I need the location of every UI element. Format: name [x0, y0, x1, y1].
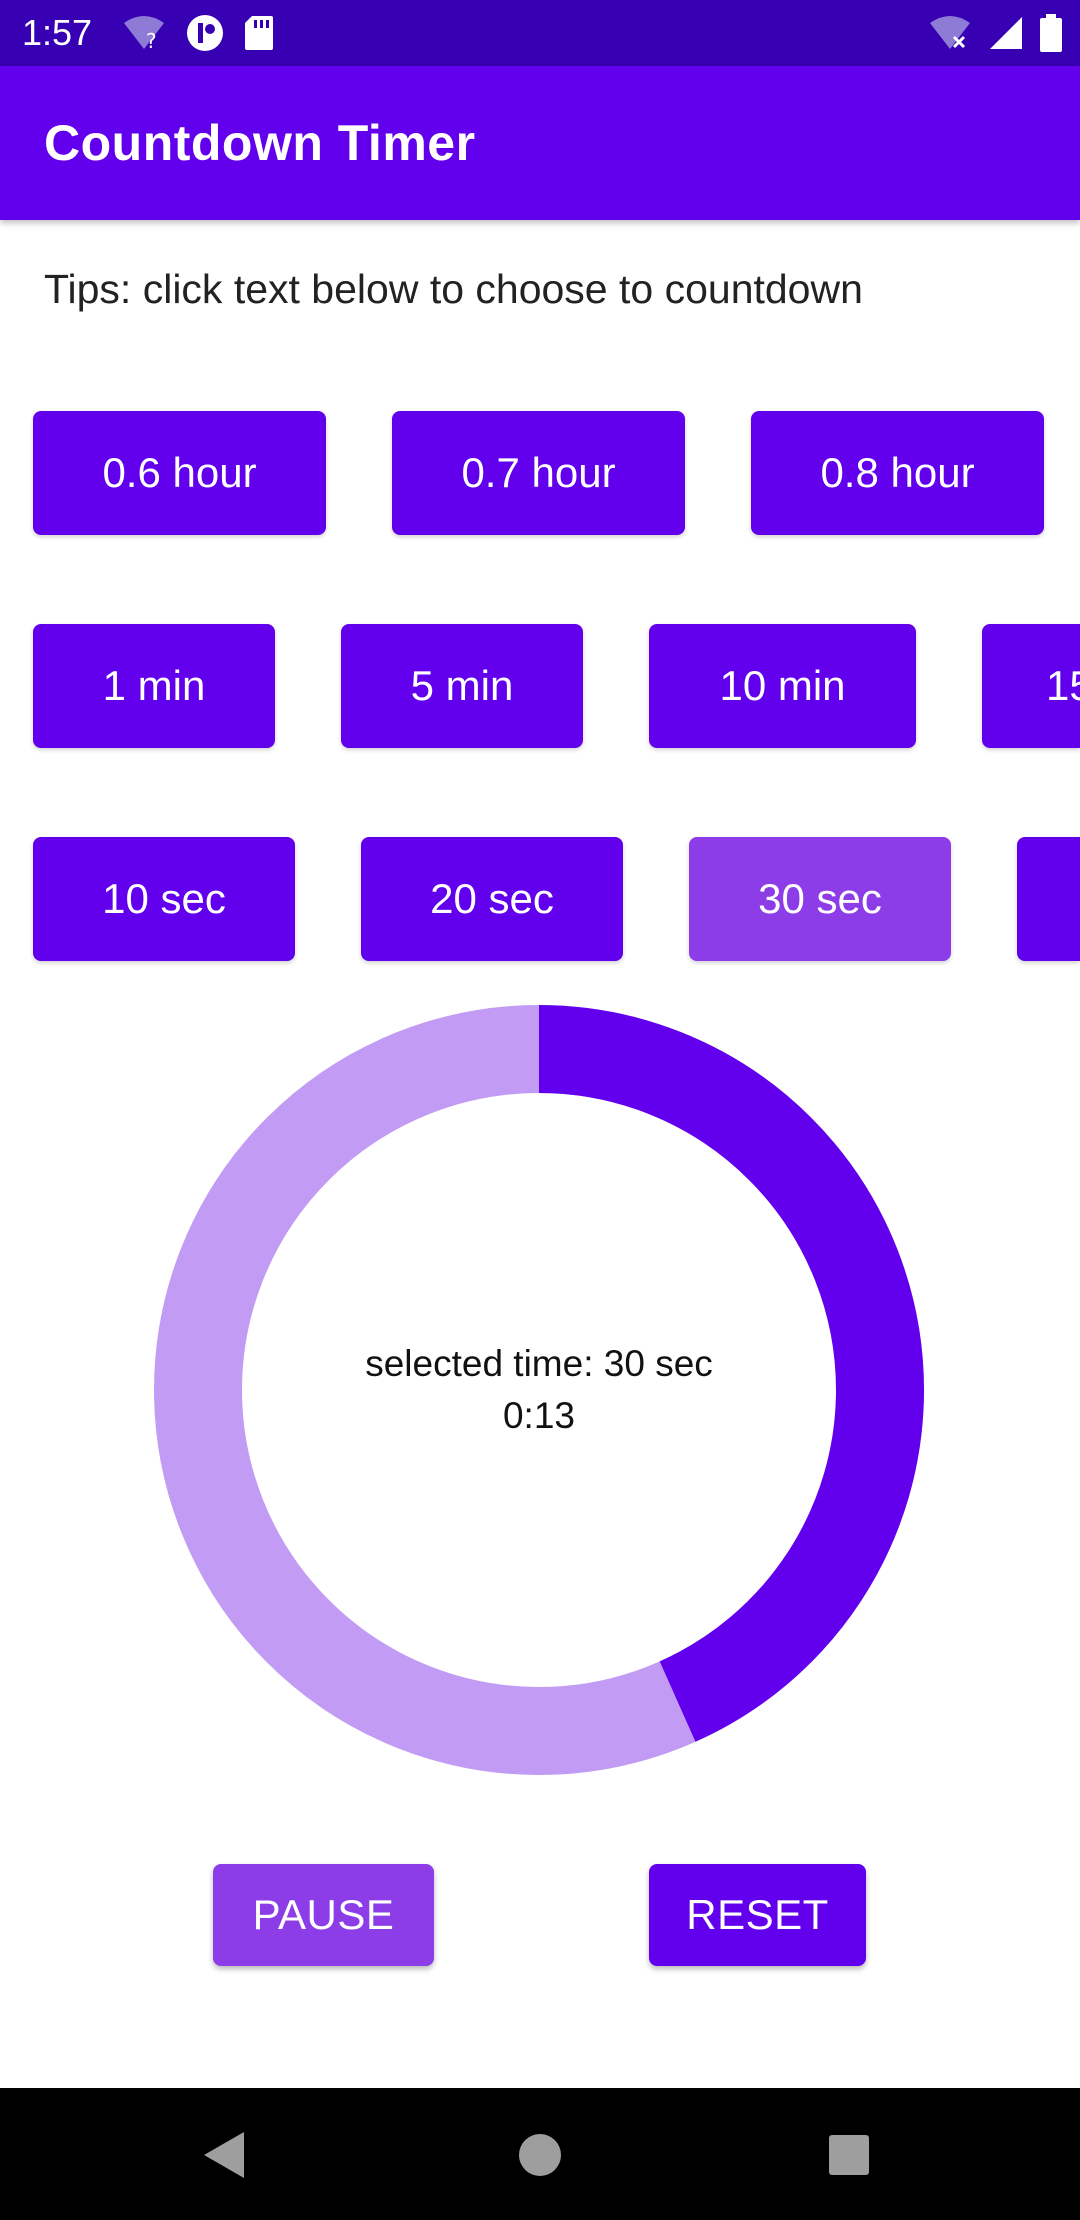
sd-card-icon	[244, 15, 274, 51]
svg-text:?: ?	[146, 29, 157, 51]
app-bar: Countdown Timer	[0, 66, 1080, 220]
status-time: 1:57	[22, 12, 93, 53]
wifi-off-icon	[928, 15, 972, 51]
recents-icon[interactable]	[828, 2134, 870, 2176]
option-10-min[interactable]: 10 min	[649, 624, 916, 748]
cellular-signal-icon	[988, 15, 1024, 51]
option-0-6-hour[interactable]: 0.6 hour	[33, 411, 326, 535]
selected-time-label: selected time: 30 sec	[365, 1343, 713, 1384]
app-title: Countdown Timer	[44, 115, 476, 171]
option-0-7-hour[interactable]: 0.7 hour	[392, 411, 685, 535]
pause-button[interactable]: PAUSE	[213, 1864, 434, 1966]
option-30-sec[interactable]: 30 sec	[689, 837, 951, 961]
option-5-min[interactable]: 5 min	[341, 624, 583, 748]
battery-icon	[1040, 14, 1062, 52]
navigation-bar	[0, 2088, 1080, 2220]
status-bar: 1:57 ?	[0, 0, 1080, 66]
tide-app-icon	[186, 14, 224, 52]
tips-text: Tips: click text below to choose to coun…	[44, 266, 863, 312]
remaining-time: 0:13	[502, 1395, 575, 1436]
option-1-min[interactable]: 1 min	[33, 624, 275, 748]
option-15-min-partial[interactable]: 15	[982, 624, 1080, 748]
home-icon[interactable]	[518, 2133, 562, 2177]
option-0-8-hour[interactable]: 0.8 hour	[751, 411, 1044, 535]
countdown-ring: selected time: 30 sec 0:13	[154, 1005, 924, 1775]
wifi-question-icon: ?	[122, 15, 166, 51]
reset-button[interactable]: RESET	[649, 1864, 866, 1966]
option-10-sec[interactable]: 10 sec	[33, 837, 295, 961]
option-next-sec-partial[interactable]	[1017, 837, 1080, 961]
back-icon[interactable]	[200, 2130, 248, 2180]
option-20-sec[interactable]: 20 sec	[361, 837, 623, 961]
